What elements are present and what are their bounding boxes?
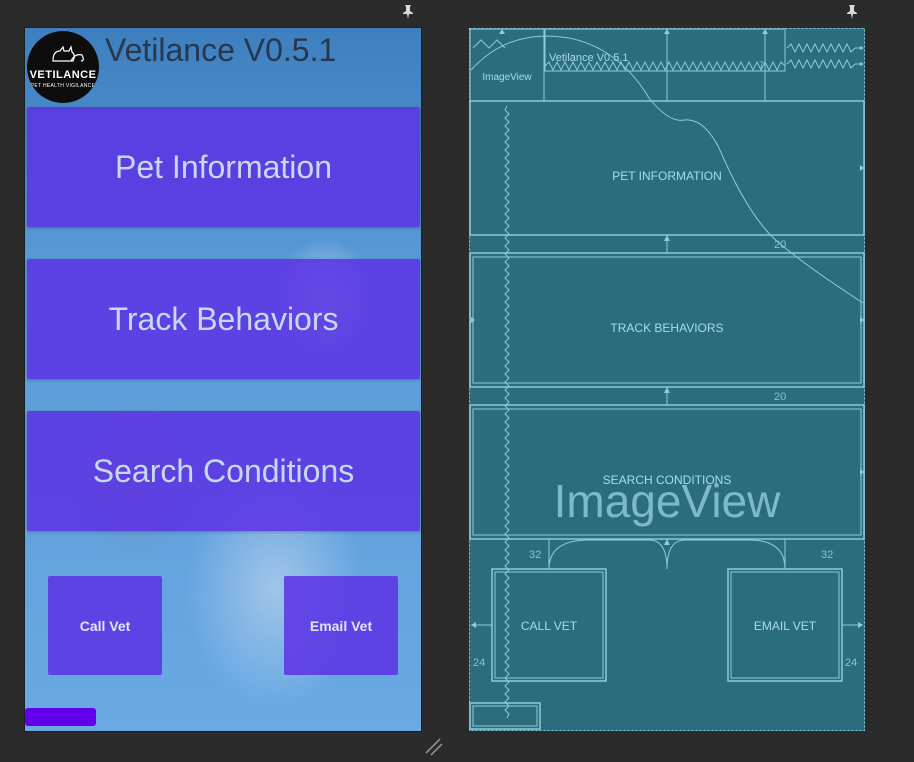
resize-handle-icon[interactable]: [424, 737, 444, 757]
blueprint-imageview-label: ImageView: [482, 72, 532, 83]
blueprint-imageview-watermark: ImageView: [553, 475, 781, 527]
blueprint-preview: ImageView Vetilance V0.5.1 PET INFORMATI…: [469, 28, 865, 731]
margin-label: 24: [473, 657, 486, 669]
logo-tagline: PET HEALTH VIGILANCE: [30, 83, 96, 89]
design-preview: VETILANCE PET HEALTH VIGILANCE Vetilance…: [25, 28, 421, 731]
blueprint-title-label: Vetilance V0.5.1: [549, 52, 629, 64]
pet-information-button[interactable]: Pet Information: [27, 107, 420, 227]
track-behaviors-button[interactable]: Track Behaviors: [27, 259, 420, 379]
bottom-accent-bar[interactable]: [25, 708, 96, 726]
margin-label: 24: [845, 657, 858, 669]
pets-icon: [52, 45, 84, 62]
call-vet-button[interactable]: Call Vet: [48, 576, 162, 675]
margin-label: 32: [529, 549, 542, 561]
logo-name: VETILANCE: [29, 69, 97, 81]
email-vet-button[interactable]: Email Vet: [284, 576, 398, 675]
blueprint-email-vet[interactable]: EMAIL VET: [728, 619, 842, 633]
margin-label: 20: [774, 239, 787, 251]
blueprint-pet-information[interactable]: PET INFORMATION: [470, 169, 864, 183]
blueprint-call-vet[interactable]: CALL VET: [492, 619, 606, 633]
pet-information-label: Pet Information: [115, 148, 332, 185]
margin-label: 20: [774, 391, 787, 403]
app-title: Vetilance V0.5.1: [105, 32, 337, 68]
search-conditions-label: Search Conditions: [92, 452, 355, 489]
track-behaviors-label: Track Behaviors: [108, 300, 339, 337]
margin-label: 7: [759, 60, 765, 70]
blueprint-track-behaviors[interactable]: TRACK BEHAVIORS: [470, 321, 864, 335]
call-vet-label: Call Vet: [79, 617, 131, 634]
margin-label: 32: [821, 549, 834, 561]
email-vet-label: Email Vet: [309, 617, 373, 634]
app-logo: VETILANCE PET HEALTH VIGILANCE: [27, 31, 99, 103]
pin-icon[interactable]: [845, 4, 859, 20]
search-conditions-button[interactable]: Search Conditions: [27, 411, 420, 531]
pin-icon[interactable]: [401, 4, 415, 20]
